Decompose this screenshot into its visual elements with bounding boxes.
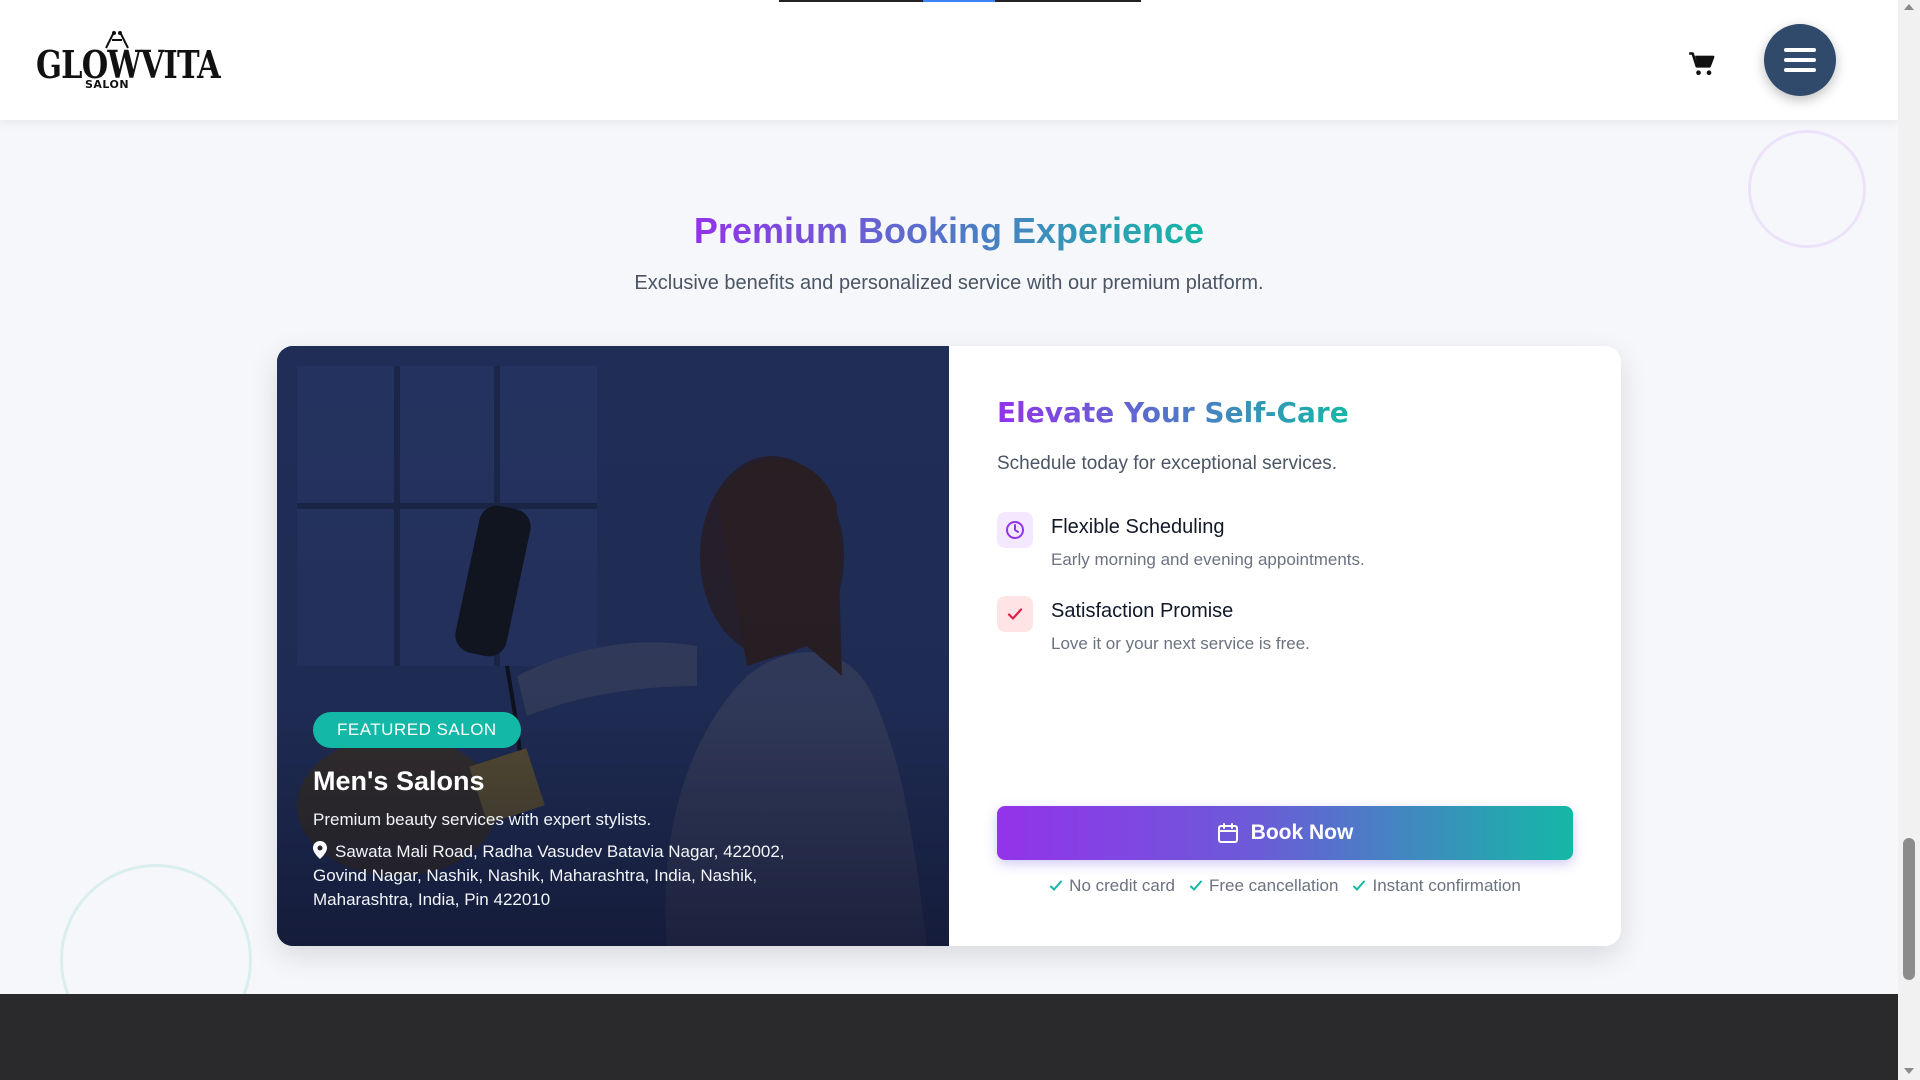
feature-title: Flexible Scheduling (1051, 516, 1225, 538)
progress-indicator (923, 0, 995, 2)
perk-label: No credit card (1069, 876, 1175, 895)
feature-title: Satisfaction Promise (1051, 600, 1234, 622)
featured-badge: FEATURED SALON (313, 712, 521, 748)
panel-subtitle: Schedule today for exceptional services. (997, 453, 1338, 474)
checkmark-icon (1190, 880, 1202, 891)
site-header: GLOWVITA SALON (0, 0, 1898, 120)
salon-description: Premium beauty services with expert styl… (313, 810, 652, 829)
perk-label: Instant confirmation (1372, 876, 1521, 895)
perk-item: No credit card (1049, 876, 1175, 896)
scroll-progress-bar (779, 0, 1141, 2)
checkmark-icon (1353, 880, 1366, 891)
menu-bar (1784, 58, 1816, 62)
address-text: Sawata Mali Road, Radha Vasudev Batavia … (313, 842, 785, 909)
cart-icon[interactable] (1688, 50, 1716, 78)
panel-title: Elevate Your Self-Care (997, 396, 1349, 429)
menu-bar (1784, 68, 1816, 72)
scroll-down-arrow-icon[interactable] (1904, 1068, 1914, 1074)
perk-label: Free cancellation (1209, 876, 1339, 895)
booking-perks: No credit card Free cancellation Instant… (997, 876, 1573, 896)
feature-description: Early morning and evening appointments. (1051, 550, 1365, 569)
perk-item: Free cancellation (1189, 876, 1338, 896)
checkmark-icon (1050, 880, 1063, 891)
check-icon (997, 596, 1033, 632)
salon-address: Sawata Mali Road, Radha Vasudev Batavia … (313, 840, 813, 912)
book-now-label: Book Now (1250, 821, 1354, 844)
page-scrollbar[interactable] (1898, 0, 1920, 1080)
calendar-icon (1217, 823, 1238, 843)
site-footer (0, 994, 1898, 1080)
hamburger-menu-icon[interactable] (1764, 24, 1836, 96)
logo-subtitle: SALON (85, 78, 130, 91)
page: GLOWVITA SALON Premium Booking Experienc… (0, 0, 1898, 1080)
perk-item: Instant confirmation (1352, 876, 1521, 896)
booking-card: FEATURED SALON Men's Salons Premium beau… (277, 346, 1621, 946)
site-logo[interactable]: GLOWVITA SALON (36, 28, 221, 92)
location-pin-icon (313, 841, 327, 859)
section-title: Premium Booking Experience (693, 210, 1205, 251)
salon-name: Men's Salons (313, 766, 485, 796)
featured-salon-image[interactable]: FEATURED SALON Men's Salons Premium beau… (277, 346, 949, 946)
scroll-up-arrow-icon[interactable] (1904, 4, 1914, 10)
scrollbar-thumb[interactable] (1903, 838, 1915, 980)
book-now-button[interactable]: Book Now (997, 806, 1573, 860)
feature-description: Love it or your next service is free. (1051, 634, 1310, 653)
booking-panel: Elevate Your Self-Care Schedule today fo… (949, 346, 1621, 946)
section-subtitle: Exclusive benefits and personalized serv… (634, 272, 1264, 294)
menu-bar (1784, 48, 1816, 52)
clock-icon (997, 512, 1033, 548)
